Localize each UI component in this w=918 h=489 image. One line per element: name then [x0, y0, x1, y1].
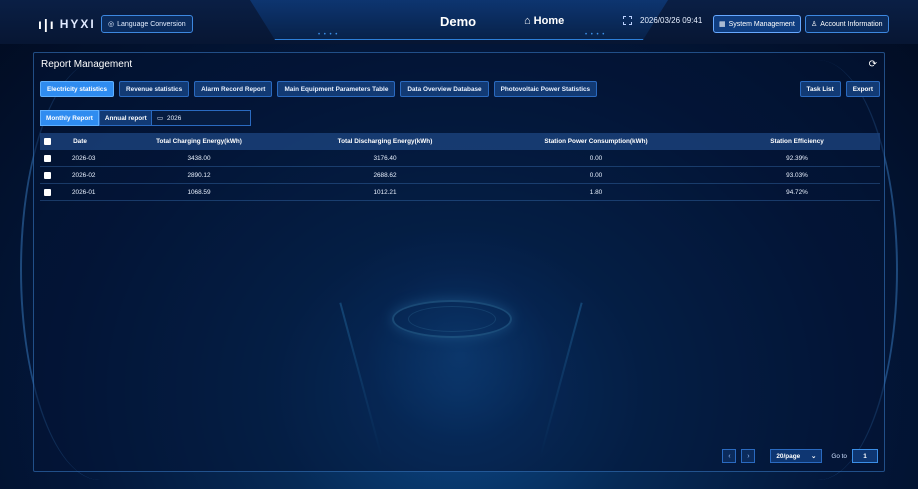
- language-button-label: Language Conversion: [117, 20, 186, 28]
- report-panel: Report Management ⟳ Electricity statisti…: [33, 52, 885, 472]
- cell-consumption: 0.00: [589, 154, 603, 162]
- column-station-consumption: Station Power Consumption(kWh): [544, 138, 648, 145]
- header-dots-decoration: • • • •: [585, 32, 606, 38]
- table-header: Date Total Charging Energy(kWh) Total Di…: [40, 133, 880, 150]
- page-size-value: 20/page: [776, 452, 801, 460]
- report-type-toggle: Monthly Report Annual report: [40, 110, 153, 126]
- datetime: 2026/03/26 09:41: [640, 16, 703, 25]
- language-conversion-button[interactable]: ◎ Language Conversion: [101, 15, 193, 33]
- export-button[interactable]: Export: [845, 81, 880, 97]
- goto-label: Go to: [831, 452, 847, 460]
- cell-consumption: 1.80: [589, 188, 603, 196]
- account-information-button[interactable]: ♙ Account Information: [805, 15, 889, 33]
- fullscreen-icon[interactable]: [623, 16, 632, 25]
- table-row: 2026-02 2890.12 2688.62 0.00 93.03%: [40, 167, 880, 184]
- cell-discharging: 1012.21: [373, 188, 397, 196]
- pagination: ‹ › 20/page ⌄ Go to 1: [722, 449, 878, 463]
- header-dots-decoration: • • • •: [318, 32, 339, 38]
- header: ı|ı HYXI ◎ Language Conversion • • • • •…: [0, 0, 918, 44]
- row-checkbox[interactable]: [40, 171, 54, 179]
- cell-charging: 3438.00: [187, 154, 211, 162]
- table-row: 2026-03 3438.00 3176.40 0.00 92.39%: [40, 150, 880, 167]
- cell-date: 2026-02: [72, 171, 96, 179]
- chevron-down-icon: ⌄: [811, 453, 817, 460]
- prev-page-button[interactable]: ‹: [722, 449, 737, 463]
- screen: ı|ı HYXI ◎ Language Conversion • • • • •…: [0, 0, 918, 489]
- logo: ı|ı HYXI: [38, 16, 96, 32]
- home-icon: ⌂: [524, 15, 531, 27]
- row-checkbox[interactable]: [40, 154, 54, 162]
- refresh-icon[interactable]: ⟳: [869, 59, 877, 70]
- column-total-discharging: Total Discharging Energy(kWh): [337, 138, 433, 145]
- next-page-button[interactable]: ›: [741, 449, 756, 463]
- page-title: Demo: [440, 14, 477, 29]
- grid-icon: ▦: [719, 21, 726, 28]
- system-management-label: System Management: [728, 20, 795, 28]
- page-size-select[interactable]: 20/page ⌄: [770, 449, 823, 463]
- row-checkbox[interactable]: [40, 188, 54, 196]
- cell-charging: 2890.12: [187, 171, 211, 179]
- column-date: Date: [73, 138, 87, 145]
- tab-revenue-statistics[interactable]: Revenue statistics: [119, 81, 190, 97]
- system-management-button[interactable]: ▦ System Management: [713, 15, 801, 33]
- tab-photovoltaic-power-statistics[interactable]: Photovoltaic Power Statistics: [493, 81, 598, 97]
- account-information-label: Account Information: [820, 20, 883, 28]
- action-buttons: Task List Export: [799, 81, 880, 97]
- tab-main-equipment-parameters[interactable]: Main Equipment Parameters Table: [277, 81, 396, 97]
- column-station-efficiency: Station Efficiency: [770, 138, 824, 145]
- statistics-table: Date Total Charging Energy(kWh) Total Di…: [40, 133, 880, 201]
- tab-alarm-record-report[interactable]: Alarm Record Report: [194, 81, 273, 97]
- cell-efficiency: 93.03%: [786, 171, 808, 179]
- globe-icon: ◎: [108, 21, 115, 28]
- year-picker[interactable]: ▭ 2026: [151, 110, 251, 126]
- task-list-button[interactable]: Task List: [799, 81, 841, 97]
- goto-page-input[interactable]: 1: [852, 449, 878, 463]
- cell-discharging: 2688.62: [373, 171, 397, 179]
- table-row: 2026-01 1068.59 1012.21 1.80 94.72%: [40, 184, 880, 201]
- home-label: Home: [533, 15, 565, 27]
- tab-electricity-statistics[interactable]: Electricity statistics: [40, 81, 115, 97]
- report-tabs: Electricity statistics Revenue statistic…: [40, 81, 598, 97]
- year-value: 2026: [167, 114, 182, 122]
- cell-charging: 1068.59: [187, 188, 211, 196]
- cell-efficiency: 94.72%: [786, 188, 808, 196]
- annual-report-button[interactable]: Annual report: [98, 110, 153, 126]
- tab-data-overview-database[interactable]: Data Overview Database: [400, 81, 489, 97]
- calendar-icon: ▭: [157, 115, 164, 122]
- panel-title: Report Management: [41, 59, 133, 70]
- cell-consumption: 0.00: [589, 171, 603, 179]
- monthly-report-button[interactable]: Monthly Report: [40, 110, 99, 126]
- user-icon: ♙: [811, 21, 818, 28]
- column-total-charging: Total Charging Energy(kWh): [156, 138, 242, 145]
- select-all-checkbox[interactable]: [40, 138, 54, 145]
- cell-date: 2026-03: [72, 154, 96, 162]
- cell-discharging: 3176.40: [373, 154, 397, 162]
- cell-date: 2026-01: [72, 188, 96, 196]
- logo-text: HYXI: [59, 17, 96, 31]
- cell-efficiency: 92.39%: [786, 154, 808, 162]
- logo-icon: ı|ı: [38, 16, 56, 32]
- home-button[interactable]: ⌂ Home: [524, 15, 564, 27]
